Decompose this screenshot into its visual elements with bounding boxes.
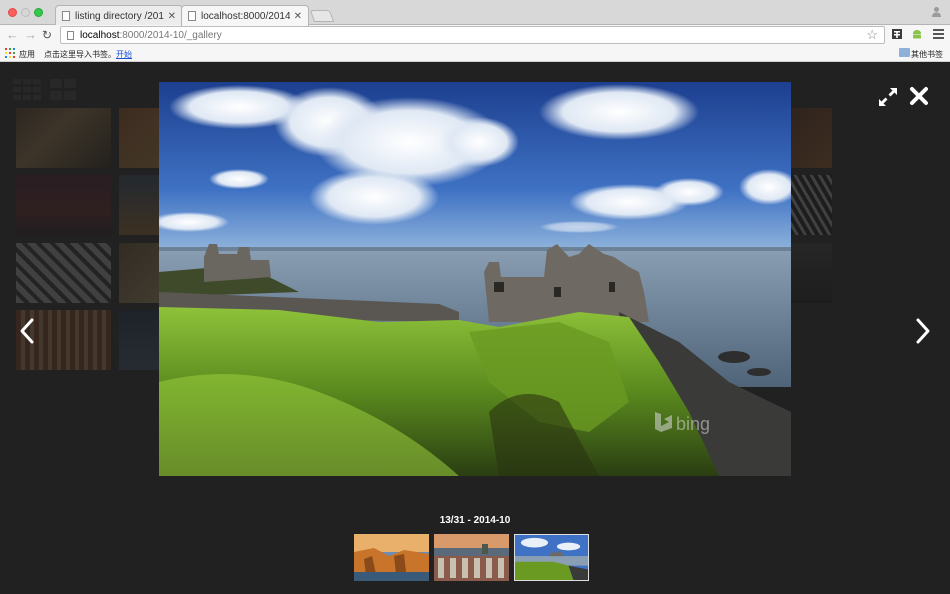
- apps-icon[interactable]: [5, 48, 15, 58]
- tab-title: listing directory /2014-10: [75, 10, 164, 22]
- forward-button[interactable]: →: [24, 27, 37, 43]
- tab-title: localhost:8000/2014-10/_g: [201, 10, 290, 22]
- url-path: :8000/2014-10/_gallery: [119, 29, 222, 41]
- lightbox-main-image: bing: [159, 82, 791, 476]
- page-icon: [188, 11, 196, 21]
- bookmark-start-link[interactable]: 开始: [116, 49, 132, 60]
- lightbox-caption: 13/31 - 2014-10: [439, 515, 511, 526]
- page-icon: [67, 30, 74, 40]
- arrow-left-icon[interactable]: [17, 317, 37, 345]
- watermark-text: bing: [676, 414, 710, 434]
- android-extension-icon[interactable]: [911, 28, 923, 40]
- url-host: localhost: [80, 29, 120, 41]
- tab-listing-directory[interactable]: listing directory /2014-10 ✕: [55, 5, 183, 26]
- bookmarks-bar: 应用 点击这里导入书签。 开始 其他书签: [0, 45, 950, 62]
- bookmark-apps[interactable]: 应用: [19, 49, 35, 60]
- bookmark-other[interactable]: 其他书签: [911, 49, 943, 60]
- close-icon[interactable]: [909, 86, 929, 106]
- filmstrip-thumbnail-current[interactable]: [514, 534, 589, 581]
- window-zoom-button[interactable]: [34, 8, 43, 17]
- filmstrip-thumbnail[interactable]: [434, 534, 509, 581]
- arrow-right-icon[interactable]: [913, 317, 933, 345]
- tab-close-icon[interactable]: ✕: [294, 11, 302, 22]
- bookmark-import-hint[interactable]: 点击这里导入书签。: [44, 49, 116, 60]
- reload-button[interactable]: ↻: [42, 27, 52, 43]
- filmstrip-thumbnail[interactable]: [354, 534, 429, 581]
- fullscreen-icon[interactable]: [878, 87, 898, 107]
- folder-icon: [899, 48, 910, 57]
- new-tab-button[interactable]: [309, 10, 335, 22]
- back-button[interactable]: ←: [6, 27, 19, 43]
- menu-icon[interactable]: [933, 29, 944, 39]
- window-close-button[interactable]: [8, 8, 17, 17]
- gallery-page: bing 13/31 - 2014-10: [0, 62, 950, 594]
- user-icon[interactable]: [931, 6, 942, 18]
- window-minimize-button[interactable]: [21, 8, 30, 17]
- tab-bar: listing directory /2014-10 ✕ localhost:8…: [0, 0, 950, 26]
- page-icon: [62, 11, 70, 21]
- browser-toolbar: ← → ↻ localhost:8000/2014-10/_gallery ☆: [0, 25, 950, 45]
- star-icon[interactable]: ☆: [866, 27, 878, 43]
- tab-close-icon[interactable]: ✕: [168, 11, 176, 22]
- extension-shield-icon[interactable]: [891, 28, 903, 40]
- address-bar[interactable]: localhost:8000/2014-10/_gallery ☆: [60, 26, 885, 44]
- tab-gallery[interactable]: localhost:8000/2014-10/_g ✕: [181, 5, 309, 26]
